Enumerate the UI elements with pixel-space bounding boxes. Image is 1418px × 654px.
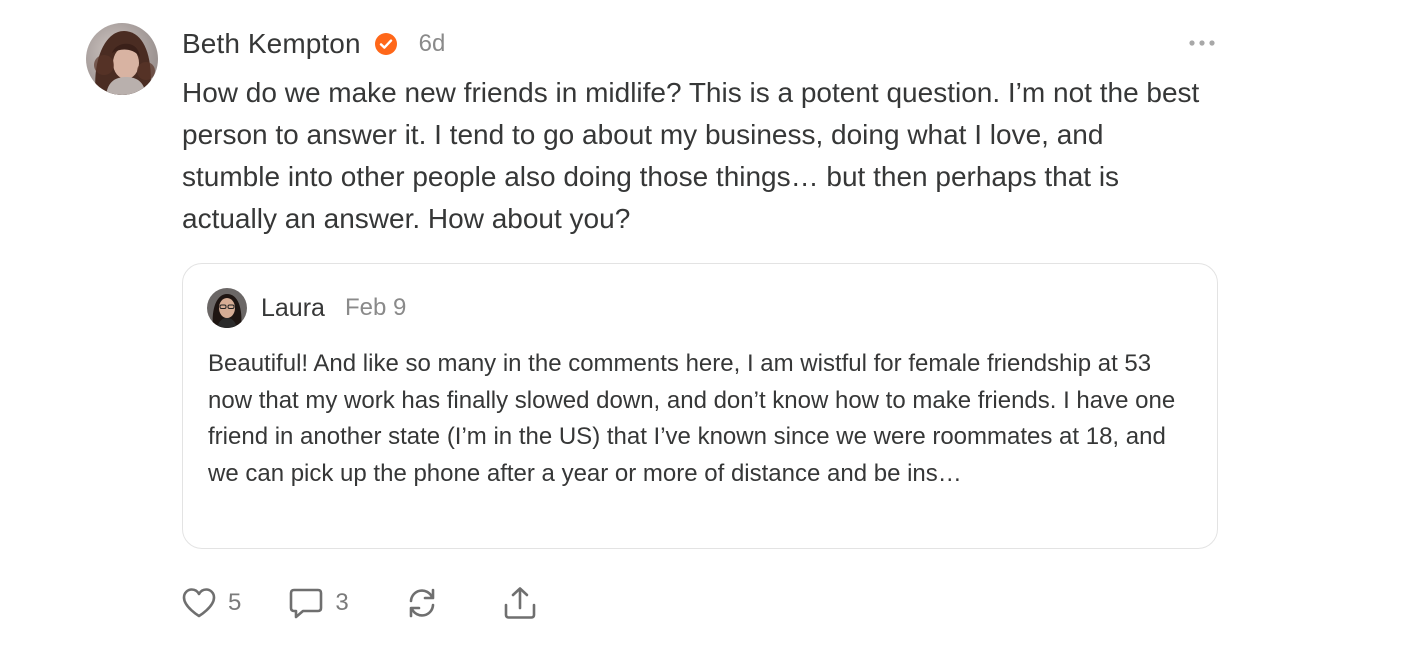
note-timestamp[interactable]: 6d bbox=[419, 30, 446, 58]
verified-check-icon bbox=[374, 33, 397, 55]
action-bar: 5 3 bbox=[180, 582, 539, 624]
share-button[interactable] bbox=[501, 584, 539, 622]
quoted-author-avatar[interactable] bbox=[207, 288, 247, 328]
note-body: How do we make new friends in midlife? T… bbox=[182, 77, 1200, 234]
like-count: 5 bbox=[228, 589, 242, 616]
quoted-date: Feb 9 bbox=[344, 294, 407, 321]
avatar-photo-icon bbox=[207, 288, 247, 328]
comment-bubble-icon bbox=[290, 588, 323, 619]
ellipsis-icon bbox=[1189, 40, 1215, 46]
comment-button[interactable]: 3 bbox=[287, 584, 349, 622]
quoted-header: Laura Feb 9 bbox=[261, 290, 406, 326]
like-button[interactable]: 5 bbox=[180, 584, 241, 622]
comment-count: 3 bbox=[335, 589, 349, 616]
avatar-photo-icon bbox=[86, 23, 158, 95]
heart-icon bbox=[182, 588, 216, 618]
more-options-button[interactable] bbox=[1184, 30, 1220, 56]
restack-icon bbox=[409, 588, 435, 618]
share-upload-icon bbox=[504, 587, 536, 619]
quoted-text: Beautiful! And like so many in the comme… bbox=[208, 350, 1176, 487]
note-header: Beth Kempton 6d bbox=[182, 26, 445, 62]
quoted-comment-card[interactable]: Laura Feb 9 Beautiful! And like so many … bbox=[182, 263, 1218, 549]
note-card: Beth Kempton 6d How do we make new frien… bbox=[0, 0, 1418, 654]
restack-button[interactable] bbox=[403, 584, 441, 622]
author-avatar[interactable] bbox=[86, 23, 158, 95]
quoted-author-name[interactable]: Laura bbox=[261, 294, 325, 323]
author-name[interactable]: Beth Kempton bbox=[182, 28, 361, 60]
